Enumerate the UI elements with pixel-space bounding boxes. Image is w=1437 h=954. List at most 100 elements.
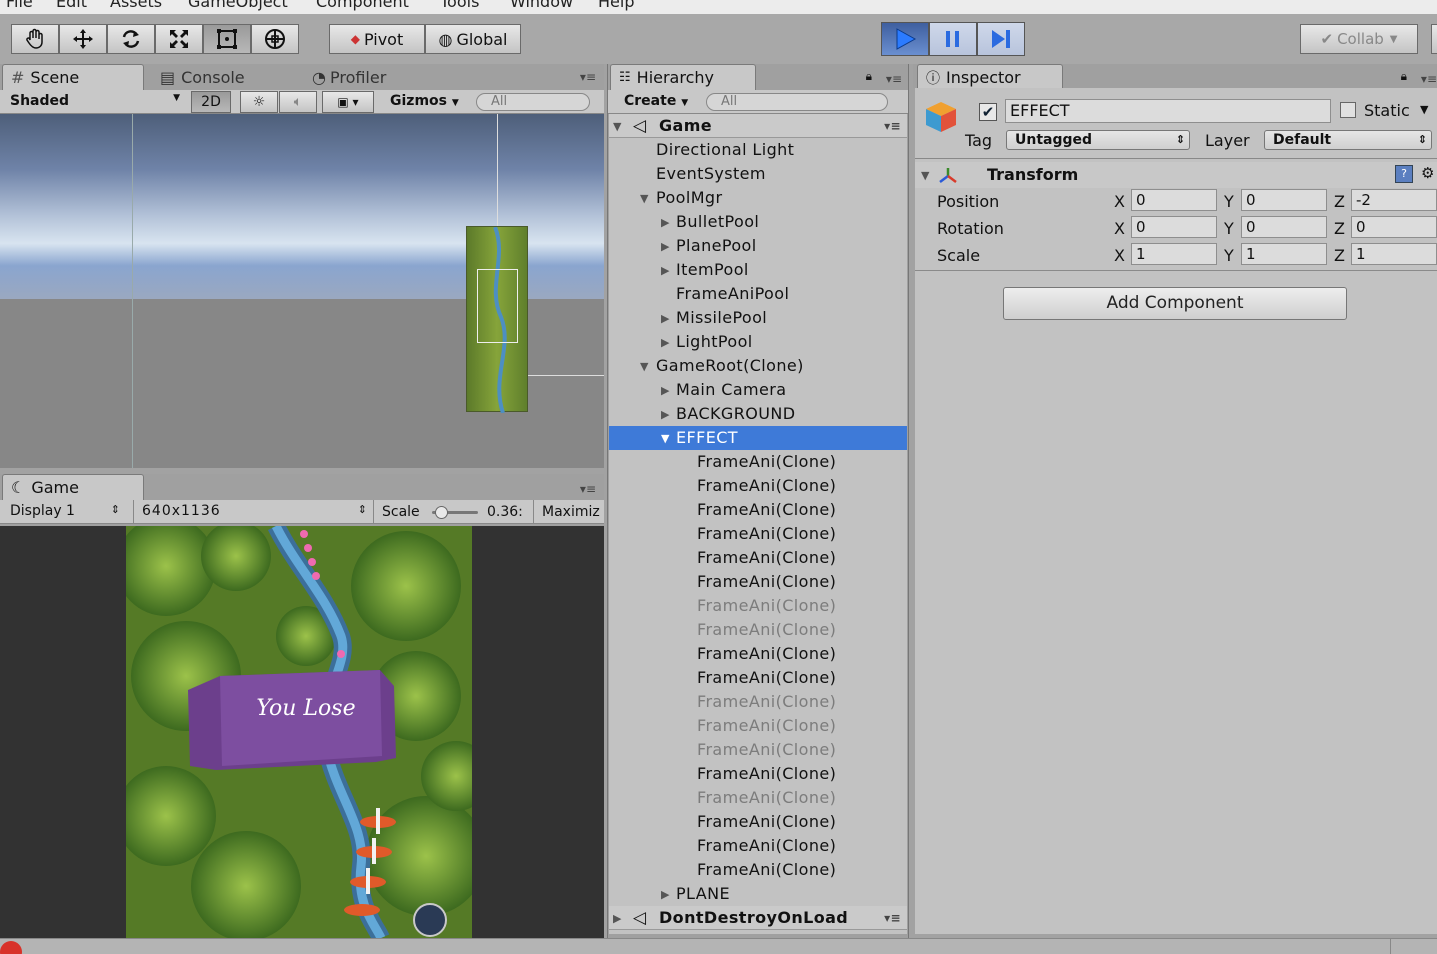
tab-profiler[interactable]: ◔ Profiler <box>304 64 444 90</box>
hierarchy-item[interactable]: FrameAni(Clone) <box>609 810 907 834</box>
hierarchy-item[interactable]: FrameAniPool <box>609 282 907 306</box>
rotate-icon[interactable] <box>107 24 155 54</box>
transform-icon[interactable] <box>251 24 299 54</box>
scale-y-field[interactable]: 1 <box>1241 243 1327 265</box>
scene-viewport[interactable] <box>0 114 604 468</box>
effects-icon[interactable]: ▣ ▾ <box>322 91 374 113</box>
tag-dropdown[interactable]: Untagged <box>1006 130 1190 150</box>
menu-gameobject[interactable]: GameObject <box>188 0 288 11</box>
hierarchy-item[interactable]: FrameAni(Clone) <box>609 474 907 498</box>
hierarchy-item[interactable]: FrameAni(Clone) <box>609 522 907 546</box>
tab-console[interactable]: ▤ Console <box>152 64 292 90</box>
hierarchy-item[interactable]: FrameAni(Clone) <box>609 546 907 570</box>
hierarchy-item[interactable]: ▶ BACKGROUND <box>609 402 907 426</box>
hierarchy-item[interactable]: FrameAni(Clone) <box>609 834 907 858</box>
hierarchy-item[interactable]: ▶ BulletPool <box>609 210 907 234</box>
tab-inspector[interactable]: ⓘ Inspector <box>917 64 1063 90</box>
pivot-toggle[interactable]: ◆ Pivot <box>329 24 425 54</box>
scene-row[interactable]: ▶ ◁ DontDestroyOnLoad ▾≡ <box>609 906 907 930</box>
hierarchy-item[interactable]: FrameAni(Clone) <box>609 642 907 666</box>
hierarchy-item[interactable]: FrameAni(Clone) <box>609 690 907 714</box>
tab-scene[interactable]: # Scene <box>2 64 144 90</box>
menu-help[interactable]: Help <box>598 0 634 11</box>
hierarchy-item[interactable]: FrameAni(Clone) <box>609 738 907 762</box>
position-y-field[interactable]: 0 <box>1241 189 1327 211</box>
panel-menu-icon[interactable]: ▾≡ <box>580 70 596 84</box>
shading-dropdown[interactable]: Shaded ▼ <box>10 93 180 109</box>
hierarchy-item[interactable]: FrameAni(Clone) <box>609 450 907 474</box>
panel-menu-icon[interactable]: ▾≡ <box>1421 72 1437 86</box>
hierarchy-item[interactable]: ▶ PLANE <box>609 882 907 906</box>
step-button[interactable] <box>977 22 1025 56</box>
scene-menu-icon[interactable]: ▾≡ <box>884 906 901 930</box>
expand-right-icon[interactable]: ▶ <box>661 307 670 331</box>
audio-icon[interactable]: 🔈︎ <box>279 91 317 113</box>
expand-right-icon[interactable]: ▶ <box>661 211 670 235</box>
expand-down-icon[interactable]: ▼ <box>661 427 670 451</box>
expand-down-icon[interactable]: ▼ <box>640 187 649 211</box>
panel-menu-icon[interactable]: ▾≡ <box>886 72 902 86</box>
add-component-button[interactable]: Add Component <box>1003 287 1347 320</box>
rotation-z-field[interactable]: 0 <box>1351 216 1437 238</box>
menu-edit[interactable]: Edit <box>56 0 87 11</box>
gear-icon[interactable]: ⚙ <box>1421 164 1434 182</box>
hierarchy-item[interactable]: ▶ PlanePool <box>609 234 907 258</box>
expand-right-icon[interactable]: ▶ <box>661 379 670 403</box>
hierarchy-item[interactable]: Directional Light <box>609 138 907 162</box>
tab-game[interactable]: ☾ Game <box>2 474 144 500</box>
scale-z-field[interactable]: 1 <box>1351 243 1437 265</box>
hand-icon[interactable] <box>11 24 59 54</box>
position-z-field[interactable]: -2 <box>1351 189 1437 211</box>
lock-icon[interactable]: 🔒︎ <box>866 69 872 84</box>
layer-dropdown[interactable]: Default <box>1264 130 1432 150</box>
lock-icon[interactable]: 🔒︎ <box>1401 69 1407 84</box>
menu-window[interactable]: Window <box>510 0 573 11</box>
expand-right-icon[interactable]: ▶ <box>661 331 670 355</box>
pause-button[interactable] <box>929 22 977 56</box>
expand-right-icon[interactable]: ▶ <box>661 235 670 259</box>
scene-search-input[interactable]: All <box>476 93 590 111</box>
resolution-dropdown[interactable]: 640x1136 ⇕ <box>142 503 370 519</box>
menu-assets[interactable]: Assets <box>110 0 162 11</box>
scene-row[interactable]: ▼ ◁ Game ▾≡ <box>609 114 907 138</box>
expand-right-icon[interactable]: ▶ <box>661 883 670 907</box>
rotation-x-field[interactable]: 0 <box>1131 216 1217 238</box>
2d-toggle[interactable]: 2D <box>191 91 231 113</box>
hierarchy-item[interactable]: FrameAni(Clone) <box>609 858 907 882</box>
hierarchy-item[interactable]: FrameAni(Clone) <box>609 618 907 642</box>
hierarchy-item[interactable]: ▼ GameRoot(Clone) <box>609 354 907 378</box>
scale-slider-thumb[interactable] <box>435 506 448 519</box>
static-checkbox[interactable] <box>1340 102 1356 118</box>
collab-button[interactable]: ✔ Collab ▼ <box>1300 24 1418 54</box>
expand-right-icon[interactable]: ▶ <box>661 403 670 427</box>
move-icon[interactable] <box>59 24 107 54</box>
maximize-toggle[interactable]: Maximiz <box>542 504 604 520</box>
global-toggle[interactable]: ◍ Global <box>425 24 521 54</box>
hierarchy-item[interactable]: FrameAni(Clone) <box>609 666 907 690</box>
hierarchy-item[interactable]: ▶ MissilePool <box>609 306 907 330</box>
menu-component[interactable]: Component <box>316 0 409 11</box>
tab-hierarchy[interactable]: ☷ Hierarchy <box>610 64 756 90</box>
play-button[interactable] <box>881 22 929 56</box>
hierarchy-item[interactable]: FrameAni(Clone) <box>609 594 907 618</box>
menu-tools[interactable]: Tools <box>440 0 479 11</box>
hierarchy-item[interactable]: FrameAni(Clone) <box>609 498 907 522</box>
menu-file[interactable]: File <box>6 0 33 11</box>
foldout-icon[interactable]: ▼ <box>921 169 929 182</box>
hierarchy-item[interactable]: EventSystem <box>609 162 907 186</box>
hierarchy-item[interactable]: ▼ PoolMgr <box>609 186 907 210</box>
scale-icon[interactable] <box>155 24 203 54</box>
expand-down-icon[interactable]: ▼ <box>640 355 649 379</box>
chevron-down-icon[interactable]: ▼ <box>1420 103 1428 116</box>
hierarchy-item[interactable]: FrameAni(Clone) <box>609 570 907 594</box>
expand-down-icon[interactable]: ▼ <box>613 115 622 139</box>
hierarchy-item[interactable]: ▶ ItemPool <box>609 258 907 282</box>
transform-header[interactable]: ▼ Transform ? ⚙ <box>915 162 1437 188</box>
rotation-y-field[interactable]: 0 <box>1241 216 1327 238</box>
create-dropdown[interactable]: Create ▼ <box>624 93 688 109</box>
hierarchy-item[interactable]: ▶ LightPool <box>609 330 907 354</box>
hierarchy-item[interactable]: FrameAni(Clone) <box>609 786 907 810</box>
rect-icon[interactable] <box>203 24 251 54</box>
hierarchy-item[interactable]: FrameAni(Clone) <box>609 714 907 738</box>
hierarchy-item[interactable]: FrameAni(Clone) <box>609 762 907 786</box>
